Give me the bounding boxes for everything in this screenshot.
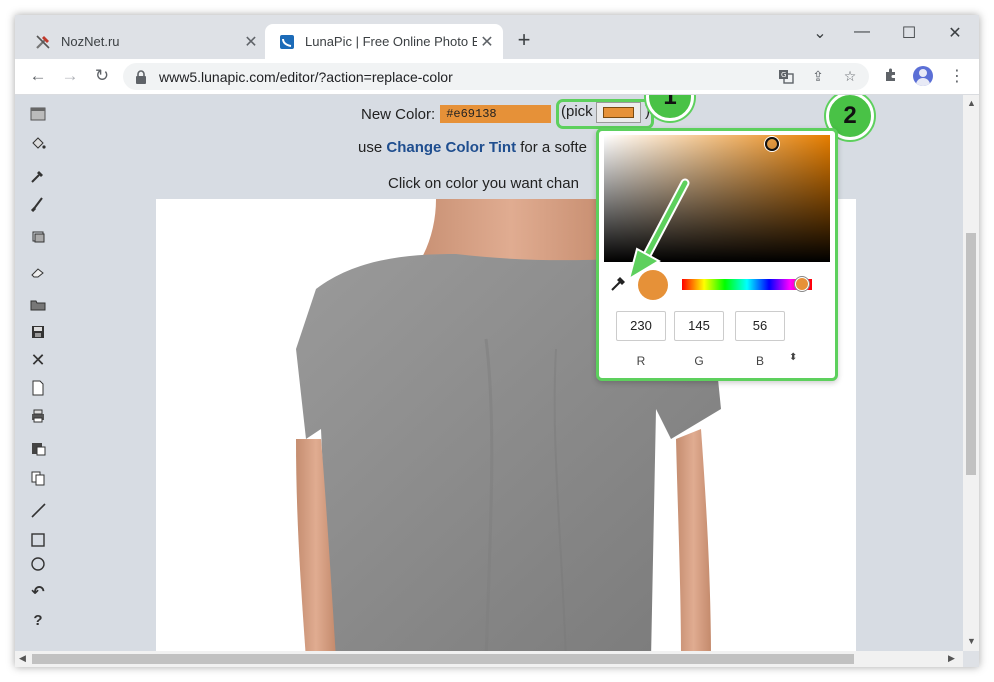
scroll-left-icon[interactable]: ◀ [19,653,26,664]
back-button[interactable]: ← [27,65,49,87]
crop-icon[interactable] [25,225,51,247]
tint-suffix: for a softe [516,139,587,156]
url-text: www5.lunapic.com/editor/?action=replace-… [159,68,453,85]
close-icon[interactable]: ✕ [25,349,51,371]
close-window-button[interactable]: ✕ [940,23,970,43]
new-file-icon[interactable] [25,377,51,399]
minimize-button[interactable]: — [847,23,877,43]
horizontal-scrollbar[interactable]: ◀ ▶ [15,651,963,667]
eyedropper-icon[interactable] [25,165,51,187]
blue-input[interactable]: 56 [735,311,785,341]
pick-label: (pick [561,103,593,120]
lunapic-icon [279,34,295,50]
new-color-input[interactable]: #e69138 [440,105,552,123]
save-icon[interactable] [25,321,51,343]
new-color-label: New Color: [361,105,436,123]
swatch-fill [603,107,634,118]
scroll-up-icon[interactable]: ▲ [967,98,976,108]
tab-title: LunaPic | Free Online Photo Editor [305,34,477,49]
extensions-icon[interactable] [881,67,901,87]
horizontal-scroll-thumb[interactable] [32,654,854,664]
new-color-row: New Color: #e69138 [361,103,552,125]
browser-window: NozNet.ru ✕ LunaPic | Free Online Photo … [15,15,979,667]
copy-icon[interactable] [25,467,51,489]
lock-icon [135,69,149,84]
open-folder-icon[interactable] [25,293,51,315]
brush-icon[interactable] [25,193,51,215]
paint-bucket-icon[interactable] [25,133,51,155]
profile-avatar[interactable] [913,66,933,86]
hue-handle[interactable] [795,277,809,291]
svg-text:G: G [781,71,786,79]
saturation-handle[interactable] [765,137,779,151]
translate-icon[interactable]: G [777,68,795,86]
eraser-icon[interactable] [25,261,51,283]
vertical-scrollbar[interactable]: ▲ ▼ [963,95,979,651]
scroll-right-icon[interactable]: ▶ [948,653,955,664]
format-toggle-icon[interactable]: ⬍ [789,352,797,363]
rectangle-icon[interactable] [25,529,51,551]
green-label: G [694,354,704,368]
address-bar[interactable]: www5.lunapic.com/editor/?action=replace-… [123,63,869,90]
undo-icon[interactable]: ↶ [25,581,51,603]
share-icon[interactable]: ⇪ [809,68,827,86]
tools-icon [35,34,51,50]
tab-title: NozNet.ru [61,34,120,49]
pick-color-swatch[interactable] [596,102,641,123]
paste-icon[interactable] [25,437,51,459]
annotation-arrow [627,178,690,282]
blue-label: B [755,354,764,368]
tab-noznet[interactable]: NozNet.ru ✕ [21,24,267,59]
tab-strip: NozNet.ru ✕ LunaPic | Free Online Photo … [15,15,979,59]
maximize-button[interactable]: ☐ [894,23,924,43]
menu-kebab-icon[interactable]: ⋮ [947,67,967,87]
tab-close-icon[interactable]: ✕ [477,32,497,52]
scroll-down-icon[interactable]: ▼ [967,636,976,646]
help-icon[interactable]: ? [25,609,51,631]
red-label: R [636,354,646,368]
page-content: ✕ ↶ ? New Color: #e69138 (pick ) use Cha… [15,95,963,651]
print-icon[interactable] [25,405,51,427]
circle-icon[interactable] [25,553,51,575]
new-tab-button[interactable]: + [512,29,536,53]
tab-lunapic[interactable]: LunaPic | Free Online Photo Editor ✕ [265,24,503,59]
vertical-scroll-thumb[interactable] [966,233,976,475]
change-color-tint-link[interactable]: Change Color Tint [386,139,516,156]
reload-button[interactable]: ↻ [91,65,113,87]
red-input[interactable]: 230 [616,311,666,341]
green-input[interactable]: 145 [674,311,724,341]
click-instruction: Click on color you want chan [388,175,579,192]
tint-hint: use Change Color Tint for a softe [358,139,587,156]
forward-button[interactable]: → [59,65,81,87]
tint-prefix: use [358,139,387,156]
layers-icon[interactable] [25,103,51,125]
browser-toolbar: ← → ↻ www5.lunapic.com/editor/?action=re… [15,59,979,95]
star-icon[interactable]: ☆ [841,68,859,86]
chevron-down-icon[interactable]: ⌄ [805,23,835,43]
tab-close-icon[interactable]: ✕ [241,32,261,52]
line-icon[interactable] [25,499,51,521]
